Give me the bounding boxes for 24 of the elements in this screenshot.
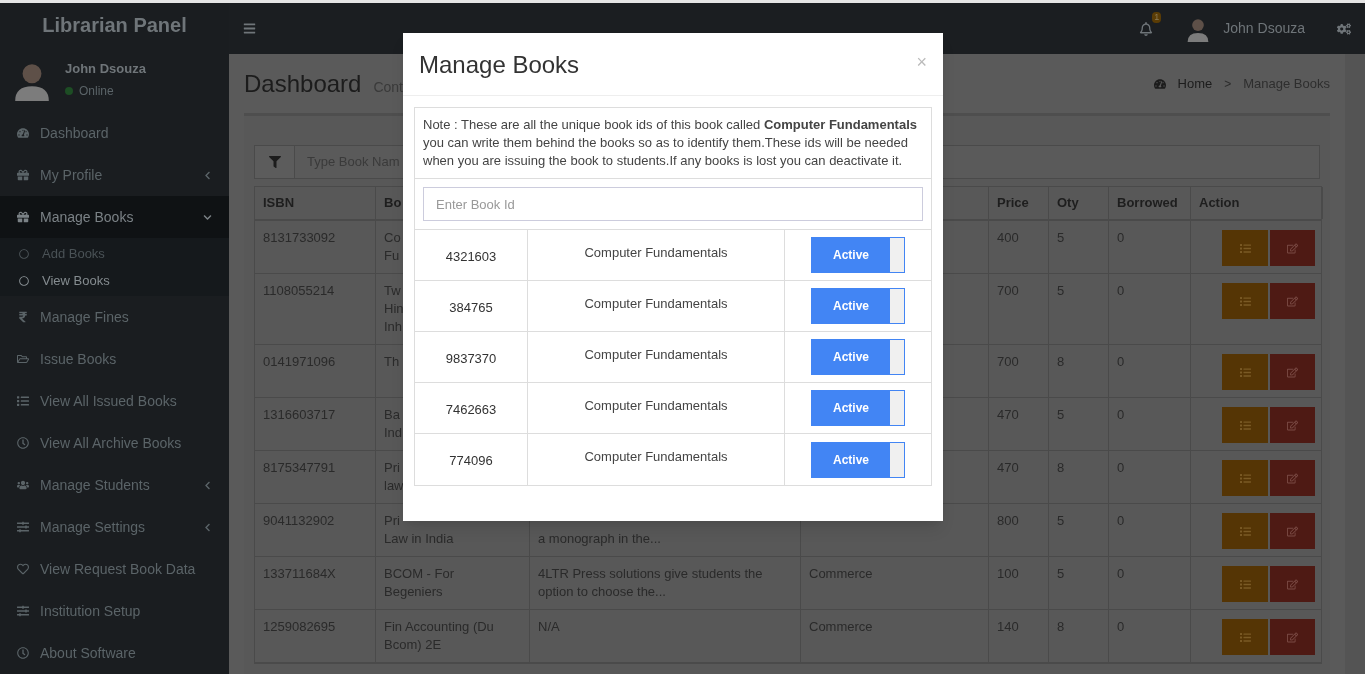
column-header: Price bbox=[997, 194, 1029, 213]
book-name: Computer Fundamentals bbox=[584, 346, 728, 364]
book-id: 7462663 bbox=[445, 400, 497, 419]
notification-badge: 1 bbox=[1152, 11, 1162, 23]
status-label: Online bbox=[79, 83, 114, 101]
book-id: 4321603 bbox=[445, 247, 497, 266]
column-header: Oty bbox=[1057, 194, 1079, 213]
page-title: Dashboard bbox=[244, 68, 362, 99]
book-name: Computer Fundamentals bbox=[584, 397, 728, 415]
note-text: Note : These are all the unique book ids of this book called Computer Fundamentals you can write them behind the books so as to identify them.These ids will be needed when you are issuing the book to students.If any books is lost you can deactivate it. bbox=[423, 116, 918, 170]
column-header: ISBN bbox=[263, 194, 295, 213]
column-header: Action bbox=[1199, 194, 1240, 213]
book-name: Computer Fundamentals bbox=[584, 244, 728, 262]
modal-title: Manage Books bbox=[419, 51, 580, 79]
breadcrumb-separator: > bbox=[1224, 75, 1232, 93]
column-header: Bo bbox=[384, 194, 402, 213]
book-id: 9837370 bbox=[445, 349, 497, 368]
book-id: 774096 bbox=[449, 452, 493, 471]
user-name: John Dsouza bbox=[65, 59, 146, 78]
book-name: Computer Fundamentals bbox=[584, 295, 728, 313]
column-header: Borrowed bbox=[1117, 194, 1178, 213]
brand-title: Librarian Panel bbox=[42, 13, 187, 39]
book-id: 384765 bbox=[449, 298, 493, 317]
book-name: Computer Fundamentals bbox=[584, 448, 728, 466]
